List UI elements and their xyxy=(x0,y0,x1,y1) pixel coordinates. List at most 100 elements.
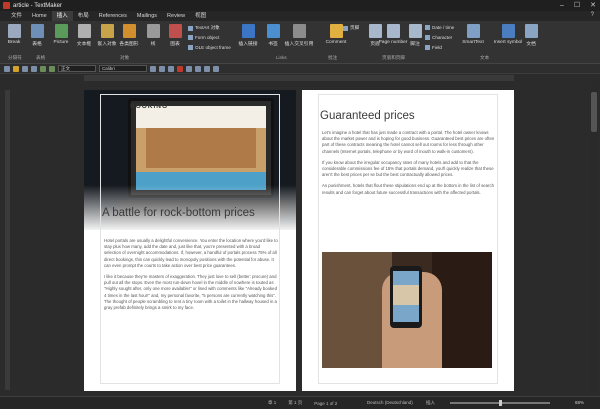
ribbon-small-icon xyxy=(343,25,348,31)
window-title: article - TextMaker xyxy=(13,2,62,9)
ribbon-button[interactable]: Break xyxy=(3,24,25,45)
ribbon-small-item[interactable]: TextArt 对象 xyxy=(188,25,220,31)
status-language[interactable]: Deutsch (Deutschland) xyxy=(367,400,413,405)
menu-mailings[interactable]: Mailings xyxy=(132,11,162,21)
ribbon-button-label: 书签 xyxy=(268,42,278,47)
menu-references[interactable]: References xyxy=(94,11,132,21)
ribbon-button-icon xyxy=(466,24,480,38)
ribbon-button-icon xyxy=(408,24,422,38)
ribbon-button-icon xyxy=(329,24,343,38)
ribbon-button-icon xyxy=(30,24,44,38)
align-right-icon[interactable] xyxy=(204,65,210,72)
ribbon-button[interactable]: Page number xyxy=(379,24,407,45)
scroll-thumb[interactable] xyxy=(591,92,597,132)
ribbon-button-label: Comment xyxy=(325,40,347,45)
ribbon-group-label: 表格 xyxy=(36,55,46,60)
menu-home[interactable]: Home xyxy=(27,11,52,21)
right-paragraph: If you know about the irregular occupanc… xyxy=(322,159,494,178)
ribbon-button[interactable]: 各类图形 xyxy=(118,24,140,47)
status-mode[interactable]: 插入 xyxy=(420,400,441,406)
align-left-icon[interactable] xyxy=(186,65,192,72)
menu-insert[interactable]: 插入 xyxy=(51,11,73,21)
ribbon-small-label: 页脚 xyxy=(350,25,360,30)
new-icon[interactable] xyxy=(4,65,10,72)
ribbon-button[interactable]: 文本框 xyxy=(73,24,95,47)
ribbon-button-icon xyxy=(501,24,515,38)
title-bar: article - TextMaker – ☐ ✕ xyxy=(0,0,600,11)
print-icon[interactable] xyxy=(31,65,37,72)
ribbon-small-item[interactable]: 页脚 xyxy=(343,25,359,31)
ribbon-button[interactable]: 插入交叉引用 xyxy=(285,24,313,47)
ribbon-small-label: Character xyxy=(432,35,453,40)
maximize-button[interactable]: ☐ xyxy=(574,1,580,10)
page-right[interactable]: Guaranteed prices Let's imagine a hotel … xyxy=(302,90,514,391)
italic-icon[interactable] xyxy=(159,65,165,72)
ribbon-button[interactable]: SmartText xyxy=(462,24,484,45)
page-left[interactable]: BOOKING A battle for rock-bottom prices … xyxy=(84,90,296,391)
app-icon xyxy=(3,2,10,9)
open-icon[interactable] xyxy=(13,65,19,72)
ribbon-button[interactable]: 图表 xyxy=(164,24,186,47)
ribbon-button-icon xyxy=(292,24,306,38)
help-icon[interactable]: ? xyxy=(591,12,594,18)
menu-review[interactable]: Review xyxy=(162,11,190,21)
ribbon-small-label: OLE object frame xyxy=(195,45,231,50)
ribbon-button[interactable]: 文档 xyxy=(520,24,542,47)
ribbon-small-icon xyxy=(425,35,430,40)
ribbon-button-icon xyxy=(122,24,136,38)
close-button[interactable]: ✕ xyxy=(590,1,596,10)
left-heading: A battle for rock-bottom prices xyxy=(102,207,255,219)
ribbon-button-label: 线 xyxy=(150,42,156,47)
ribbon-button-icon xyxy=(386,24,400,38)
quick-toolbar: 正文 Calibri xyxy=(0,64,600,74)
redo-icon[interactable] xyxy=(49,65,55,72)
ribbon-small-item[interactable]: Field xyxy=(425,45,442,50)
ribbon-button-label: 文本框 xyxy=(76,42,92,47)
minimize-button[interactable]: – xyxy=(560,1,564,10)
ribbon-button[interactable]: 线 xyxy=(142,24,164,47)
ribbon-button-icon xyxy=(241,24,255,38)
ribbon-button-label: 脚注 xyxy=(410,42,420,47)
ribbon-button[interactable]: Picture xyxy=(50,24,72,45)
status-bar: 章 1 第 1 页 Page 1 of 2 Deutsch (Deutschla… xyxy=(0,396,600,409)
underline-icon[interactable] xyxy=(168,65,174,72)
left-body: Hotel portals are usually a delightful c… xyxy=(104,238,278,316)
menu-layout[interactable]: 布局 xyxy=(73,11,94,21)
ribbon-button-icon xyxy=(368,24,382,38)
save-icon[interactable] xyxy=(22,65,28,72)
ribbon-button-label: 文档 xyxy=(526,42,536,47)
ribbon-button-label: SmartText xyxy=(462,40,484,45)
ribbon-button-icon xyxy=(77,24,91,38)
menu-file[interactable]: 文件 xyxy=(6,11,27,21)
left-paragraph: I like it because they're masters of exa… xyxy=(104,274,277,311)
vertical-ruler[interactable] xyxy=(5,90,10,390)
zoom-slider-thumb[interactable] xyxy=(498,400,502,406)
ribbon-button[interactable]: Insert symbol xyxy=(494,24,522,45)
ribbon-small-item[interactable]: Date / time xyxy=(425,25,454,30)
style-select[interactable]: 正文 xyxy=(58,65,96,72)
ribbon-button[interactable]: 表格 xyxy=(26,24,48,47)
font-color-icon[interactable] xyxy=(177,65,183,72)
vertical-scrollbar[interactable] xyxy=(590,82,598,392)
ribbon-button-icon xyxy=(524,24,538,38)
bullets-icon[interactable] xyxy=(213,65,219,72)
horizontal-ruler[interactable] xyxy=(84,75,514,81)
menu-view[interactable]: 视图 xyxy=(190,11,211,21)
ribbon-small-item[interactable]: Character xyxy=(425,35,452,40)
ribbon-small-item[interactable]: OLE object frame xyxy=(188,45,231,50)
ribbon-group-label: 批注 xyxy=(328,55,338,60)
undo-icon[interactable] xyxy=(40,65,46,72)
status-page-of: Page 1 of 2 xyxy=(314,400,338,406)
zoom-level[interactable]: 68% xyxy=(575,400,584,405)
align-center-icon[interactable] xyxy=(195,65,201,72)
ribbon-button[interactable]: 脚注 xyxy=(404,24,426,47)
ribbon-button-label: 嵌入对象 xyxy=(97,42,117,47)
ribbon-button[interactable]: 书签 xyxy=(262,24,284,47)
ribbon-group-label: 文本 xyxy=(480,55,490,60)
ribbon-small-item[interactable]: Form object xyxy=(188,35,219,40)
bold-icon[interactable] xyxy=(150,65,156,72)
ribbon-button-icon xyxy=(100,24,114,38)
font-select[interactable]: Calibri xyxy=(99,65,147,72)
ribbon-button[interactable]: 插入链接 xyxy=(237,24,259,47)
ribbon-button[interactable]: 嵌入对象 xyxy=(96,24,118,47)
